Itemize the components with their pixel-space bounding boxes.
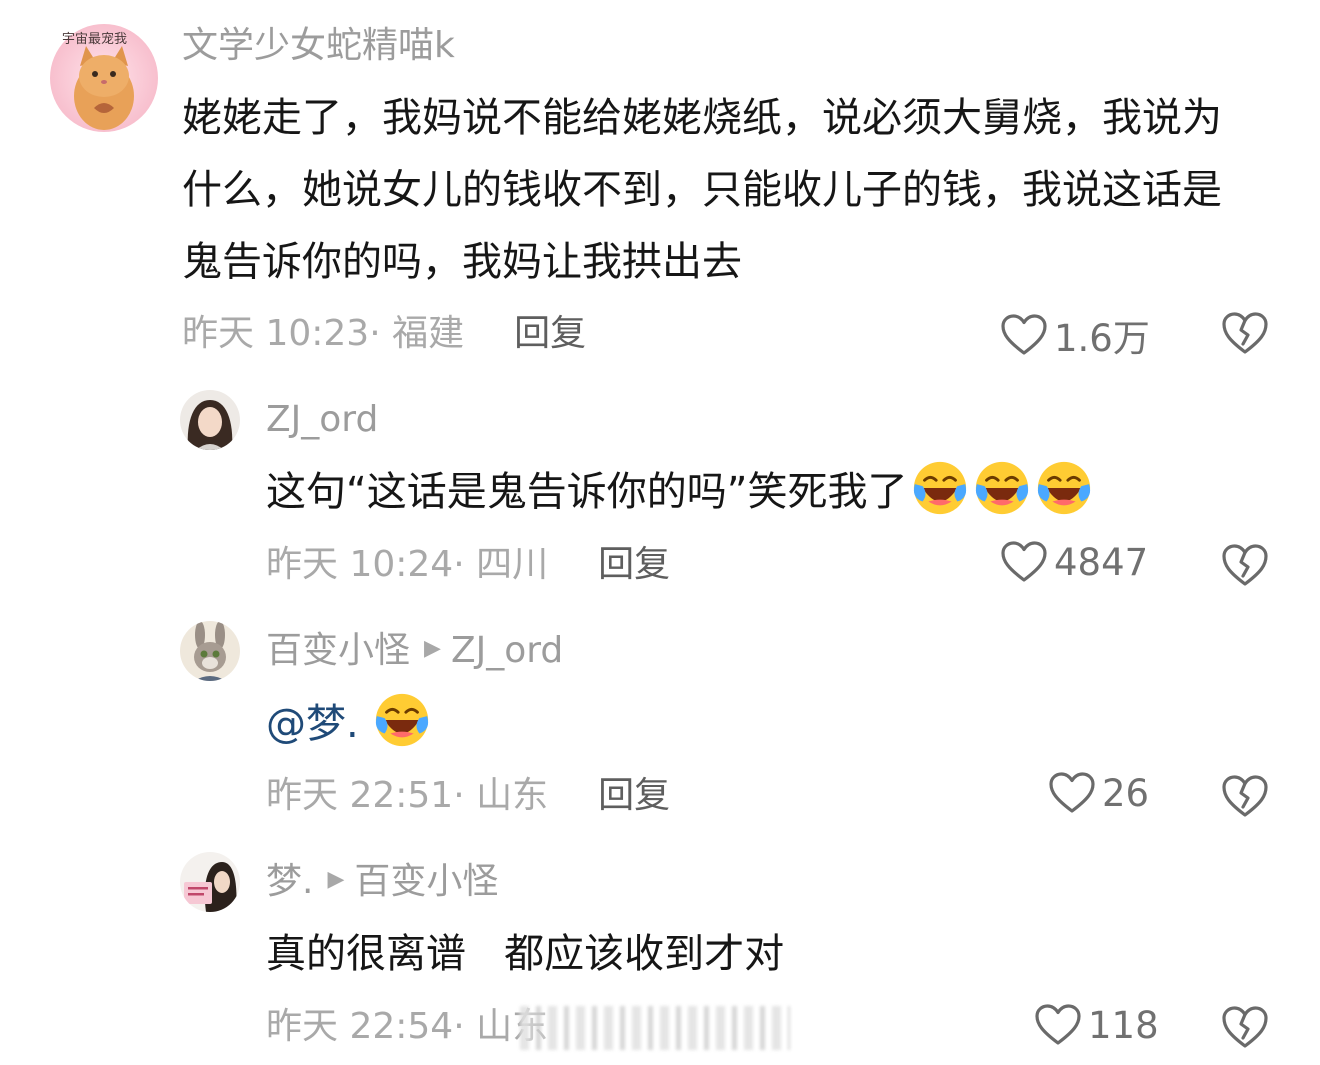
face-with-tears-of-joy-emoji <box>973 459 1031 517</box>
time-location: 昨天 22:54· 山东 <box>266 1006 549 1047</box>
like-button[interactable]: 26 <box>1048 771 1149 815</box>
heart-outline-icon <box>1001 314 1047 355</box>
comment-text: 姥姥走了，我妈说不能给姥姥烧纸，说必须大舅烧，我说为什么，她说女儿的钱收不到，只… <box>182 95 1222 285</box>
broken-heart-icon[interactable] <box>1221 1004 1269 1050</box>
time-location: 昨天 10:23· 福建 <box>182 313 465 354</box>
like-button[interactable]: 1.6万 <box>1000 308 1150 362</box>
comment-meta: 昨天 22:54· 山东 <box>266 1005 548 1049</box>
like-button[interactable]: 4847 <box>1000 540 1148 584</box>
avatar[interactable] <box>180 852 240 912</box>
heart-outline-icon <box>1035 1004 1081 1045</box>
comment-text: 真的很离谱 都应该收到才对 <box>266 931 785 977</box>
broken-heart-icon[interactable] <box>1221 542 1269 588</box>
reply-button[interactable]: 回复 <box>598 544 670 585</box>
avatar[interactable] <box>180 390 240 450</box>
comment-text: 这句“这话是鬼告诉你的吗”笑死我了 <box>266 456 1226 528</box>
username[interactable]: 梦. <box>266 861 313 902</box>
broken-heart-icon[interactable] <box>1221 773 1269 819</box>
heart-outline-icon <box>1049 772 1095 813</box>
play-triangle-icon: ▶ <box>424 636 441 661</box>
time-location: 昨天 10:24· 四川 <box>266 544 549 585</box>
reply-to-username[interactable]: 百变小怪 <box>354 861 498 902</box>
play-triangle-icon: ▶ <box>327 867 345 892</box>
comment-text: @梦. <box>266 688 1226 760</box>
face-with-tears-of-joy-emoji <box>1035 459 1093 517</box>
heart-outline-icon <box>1001 541 1047 582</box>
comment-meta: 昨天 10:23· 福建 回复 <box>182 312 586 356</box>
time-location: 昨天 22:51· 山东 <box>266 775 549 816</box>
comment-meta: 昨天 22:51· 山东 回复 <box>266 774 670 818</box>
face-with-tears-of-joy-emoji <box>911 459 969 517</box>
username[interactable]: ZJ_ord <box>266 398 378 442</box>
comment-text-content: 这句“这话是鬼告诉你的吗”笑死我了 <box>266 469 908 515</box>
like-button[interactable]: 118 <box>1034 1003 1159 1047</box>
reply-button[interactable]: 回复 <box>598 775 670 816</box>
watermark-overlay <box>520 1006 790 1050</box>
username-row: 百变小怪 ▶ ZJ_ord <box>266 629 563 674</box>
username-row: 梦. ▶ 百变小怪 <box>266 860 498 905</box>
reply-button[interactable]: 回复 <box>514 313 586 354</box>
like-count: 26 <box>1102 771 1150 815</box>
face-with-tears-of-joy-emoji <box>373 691 431 749</box>
like-count: 4847 <box>1054 540 1149 584</box>
like-count: 1.6万 <box>1054 317 1150 360</box>
avatar-caption: 宇宙最宠我 <box>62 32 128 47</box>
comment-meta: 昨天 10:24· 四川 回复 <box>266 543 670 587</box>
reply-to-username[interactable]: ZJ_ord <box>451 630 563 671</box>
username[interactable]: 百变小怪 <box>266 630 410 671</box>
avatar[interactable] <box>180 621 240 681</box>
like-count: 118 <box>1088 1003 1159 1047</box>
mention-link[interactable]: @梦. <box>266 701 359 747</box>
username[interactable]: 文学少女蛇精喵k <box>182 24 455 68</box>
broken-heart-icon[interactable] <box>1221 310 1269 356</box>
